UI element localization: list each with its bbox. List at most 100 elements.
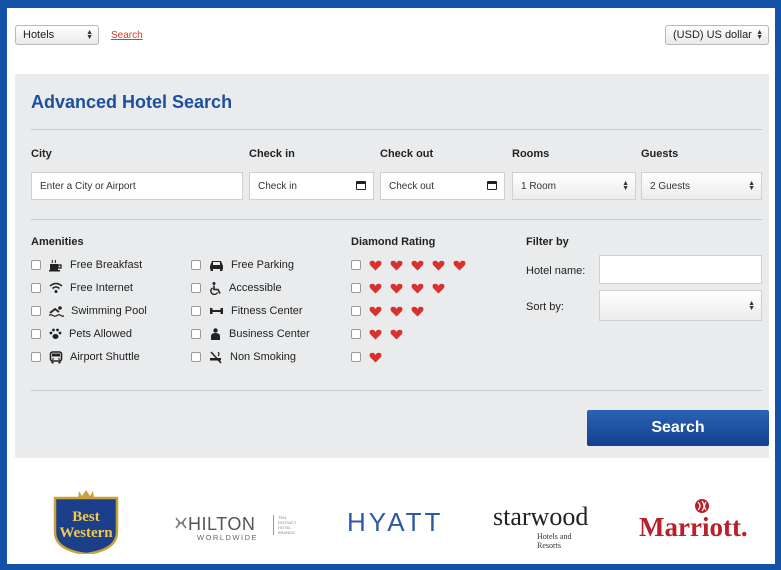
diamond-hearts — [369, 260, 473, 271]
currency-select-value: (USD) US dollar — [673, 29, 752, 41]
diamond-icon — [411, 306, 424, 316]
guests-value: 2 Guests — [650, 180, 691, 192]
amenities-title: Amenities — [31, 236, 84, 248]
diamond-hearts — [369, 352, 389, 363]
hilton-h-icon — [175, 517, 187, 529]
dumbbell-icon — [210, 308, 223, 314]
hyatt-logo: HYATT — [347, 507, 444, 537]
amenity-business-center[interactable]: Business Center — [191, 327, 310, 341]
checkbox[interactable] — [191, 352, 201, 362]
checkout-input[interactable]: Check out — [380, 172, 505, 200]
checkbox[interactable] — [31, 283, 41, 293]
checkbox[interactable] — [31, 260, 41, 270]
diamond-icon — [390, 283, 403, 293]
app-frame: Hotels ▲ ▼ Search (USD) US dollar ▲ ▼ Adva… — [7, 8, 775, 564]
guests-select[interactable]: 2 Guests ▲ ▼ — [641, 172, 762, 200]
checkout-label: Check out — [380, 148, 434, 160]
city-placeholder: Enter a City or Airport — [40, 180, 136, 192]
category-select-value: Hotels — [23, 29, 55, 41]
diamond-rating-row[interactable] — [351, 281, 452, 295]
diamond-icon — [390, 306, 403, 316]
diamond-icon — [369, 260, 382, 270]
checkin-label: Check in — [249, 148, 295, 160]
page-title: Advanced Hotel Search — [31, 92, 233, 112]
diamond-icon — [369, 329, 382, 339]
hilton-logo: HILTON WORLDWIDE TEN DISTINCT HOTEL BRAN… — [175, 512, 305, 542]
checkbox[interactable] — [351, 260, 361, 270]
car-icon — [210, 261, 223, 271]
filter-by-title: Filter by — [526, 236, 569, 248]
diamond-icon — [411, 260, 424, 270]
checkbox[interactable] — [191, 306, 201, 316]
diamond-icon — [369, 306, 382, 316]
checkbox[interactable] — [31, 352, 41, 362]
amenity-label: Non Smoking — [230, 351, 297, 363]
marriott-text: Marriott. — [639, 512, 748, 542]
checkbox[interactable] — [351, 306, 361, 316]
divider — [31, 219, 762, 220]
amenity-label: Free Parking — [231, 259, 294, 271]
starwood-main-text: starwood — [493, 502, 589, 531]
diamond-rating-title: Diamond Rating — [351, 236, 436, 248]
checkin-input[interactable]: Check in — [249, 172, 374, 200]
diamond-rating-row[interactable] — [351, 350, 389, 364]
shuttle-icon — [49, 350, 63, 363]
search-button[interactable]: Search — [587, 410, 769, 446]
select-arrows-icon: ▲ ▼ — [86, 29, 93, 41]
amenity-label: Fitness Center — [231, 305, 303, 317]
amenity-label: Swimming Pool — [71, 305, 147, 317]
checkbox[interactable] — [191, 260, 201, 270]
checkout-value: Check out — [389, 180, 435, 192]
city-label: City — [31, 148, 52, 160]
amenity-free-internet[interactable]: Free Internet — [31, 281, 133, 295]
amenity-label: Business Center — [229, 328, 310, 340]
calendar-icon[interactable] — [356, 181, 366, 190]
amenity-label: Airport Shuttle — [70, 351, 140, 363]
search-link[interactable]: Search — [111, 30, 143, 41]
diamond-icon — [369, 283, 382, 293]
diamond-rating-row[interactable] — [351, 327, 410, 341]
calendar-icon[interactable] — [487, 181, 497, 190]
amenity-fitness-center[interactable]: Fitness Center — [191, 304, 303, 318]
amenity-non-smoking[interactable]: Non Smoking — [191, 350, 296, 364]
sort-by-label: Sort by: — [526, 301, 564, 313]
hilton-sub-text: WORLDWIDE — [197, 533, 258, 542]
starwood-sub-line: Resorts — [537, 541, 561, 550]
diamond-icon — [453, 260, 466, 270]
no-smoking-icon — [210, 350, 222, 364]
logo-text-best: Best — [72, 509, 100, 525]
amenity-airport-shuttle[interactable]: Airport Shuttle — [31, 350, 140, 364]
partner-logos: Best Western HILTON WORLDWIDE TEN DISTIN… — [7, 466, 775, 564]
select-arrows-icon: ▲ ▼ — [622, 180, 629, 192]
diamond-rating-row[interactable] — [351, 258, 473, 272]
checkbox[interactable] — [351, 352, 361, 362]
amenity-free-breakfast[interactable]: Free Breakfast — [31, 258, 142, 272]
paw-icon — [49, 328, 62, 339]
hotel-name-input[interactable] — [599, 255, 762, 284]
sort-by-select[interactable]: ▲ ▼ — [599, 290, 762, 321]
checkbox[interactable] — [351, 283, 361, 293]
select-arrows-icon: ▲ ▼ — [748, 299, 755, 312]
amenity-accessible[interactable]: Accessible — [191, 281, 282, 295]
select-arrows-icon: ▲ ▼ — [748, 180, 755, 192]
rooms-select[interactable]: 1 Room ▲ ▼ — [512, 172, 636, 200]
diamond-rating-row[interactable] — [351, 304, 431, 318]
checkbox[interactable] — [351, 329, 361, 339]
amenity-label: Pets Allowed — [69, 328, 132, 340]
amenity-pets-allowed[interactable]: Pets Allowed — [31, 327, 132, 341]
logo-text-western: Western — [59, 525, 113, 541]
amenity-free-parking[interactable]: Free Parking — [191, 258, 294, 272]
starwood-sub-text: Hotels and Resorts — [537, 532, 571, 550]
currency-select[interactable]: (USD) US dollar ▲ ▼ — [665, 25, 769, 45]
checkbox[interactable] — [191, 283, 201, 293]
category-select[interactable]: Hotels ▲ ▼ — [15, 25, 99, 45]
marriott-logo: Marriott. — [639, 498, 769, 558]
select-arrows-icon: ▲ ▼ — [756, 29, 763, 41]
checkbox[interactable] — [191, 329, 201, 339]
amenity-swimming-pool[interactable]: Swimming Pool — [31, 304, 147, 318]
checkbox[interactable] — [31, 306, 41, 316]
checkbox[interactable] — [31, 329, 41, 339]
guests-label: Guests — [641, 148, 679, 160]
top-bar: Hotels ▲ ▼ Search (USD) US dollar ▲ ▼ — [7, 8, 775, 72]
city-input[interactable]: Enter a City or Airport — [31, 172, 243, 200]
